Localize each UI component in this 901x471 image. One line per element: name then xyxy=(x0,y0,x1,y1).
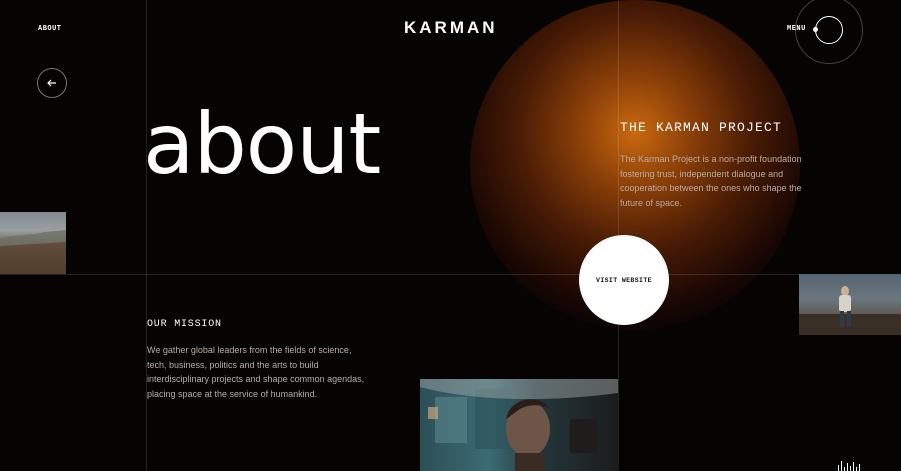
menu-ring-icon[interactable] xyxy=(815,16,843,44)
menu-dot-icon xyxy=(813,27,818,32)
visit-website-label: VISIT WEBSITE xyxy=(596,276,652,284)
back-button[interactable] xyxy=(37,68,67,98)
project-description: The Karman Project is a non-profit found… xyxy=(620,154,802,208)
nav-about-link[interactable]: ABOUT xyxy=(38,25,62,33)
grid-line xyxy=(0,274,901,275)
brand-logo[interactable]: KARMAN xyxy=(404,18,498,38)
project-title: THE KARMAN PROJECT xyxy=(620,120,783,135)
landscape-photo xyxy=(0,212,66,274)
portrait-photo xyxy=(420,379,618,471)
visit-website-button[interactable]: VISIT WEBSITE xyxy=(579,235,669,325)
sound-wave-icon[interactable] xyxy=(838,461,860,471)
runner-photo xyxy=(799,274,901,335)
mission-description: We gather global leaders from the fields… xyxy=(147,345,365,399)
mission-title: OUR MISSION xyxy=(147,319,222,330)
arrow-left-icon xyxy=(47,79,56,87)
page-title: about xyxy=(143,95,381,193)
